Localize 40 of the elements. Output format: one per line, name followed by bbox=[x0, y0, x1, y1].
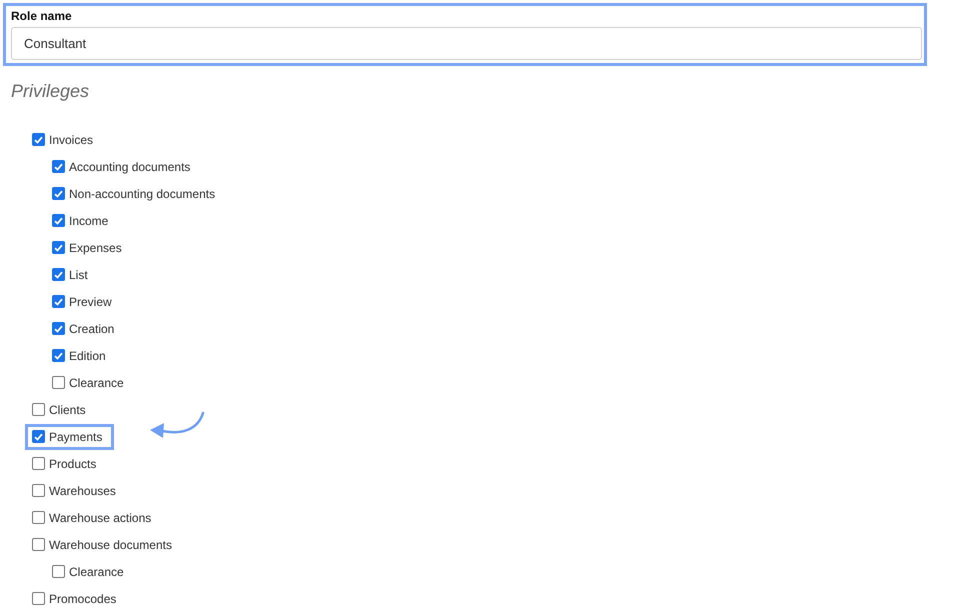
arrow-icon bbox=[148, 411, 206, 441]
checkbox-label: Clients bbox=[49, 402, 86, 416]
checkbox[interactable] bbox=[52, 160, 65, 173]
checkbox[interactable] bbox=[52, 214, 65, 227]
checkbox[interactable] bbox=[52, 349, 65, 362]
checkbox-label: Invoices bbox=[49, 132, 94, 146]
section-title: Privileges bbox=[11, 81, 90, 103]
checkbox-label: Products bbox=[49, 456, 96, 470]
checkbox[interactable] bbox=[52, 295, 65, 308]
checkbox[interactable] bbox=[52, 322, 65, 335]
checkbox-label: Non-accounting documents bbox=[69, 186, 216, 200]
checkbox[interactable] bbox=[52, 187, 65, 200]
checkbox-label: Accounting documents bbox=[69, 160, 190, 174]
checkbox-label: Warehouse actions bbox=[49, 510, 152, 524]
checkbox[interactable] bbox=[52, 241, 65, 254]
checkbox-label: Edition bbox=[69, 348, 106, 362]
checkbox[interactable] bbox=[32, 592, 45, 605]
field-label: Role name bbox=[11, 9, 73, 23]
checkbox[interactable] bbox=[52, 565, 65, 578]
checkbox[interactable] bbox=[32, 133, 45, 146]
checkbox-label: Warehouses bbox=[49, 484, 116, 498]
checkbox-label: Promocodes bbox=[49, 592, 116, 606]
checkbox-label: Expenses bbox=[69, 240, 122, 254]
input-field[interactable]: Consultant bbox=[11, 27, 922, 60]
checkbox-label: Clearance bbox=[69, 564, 124, 578]
checkbox-label: Payments bbox=[49, 430, 102, 444]
checkbox-label: Preview bbox=[69, 294, 112, 308]
checkbox[interactable] bbox=[32, 403, 45, 416]
checkbox-label: Income bbox=[69, 214, 108, 228]
checkbox[interactable] bbox=[32, 511, 45, 524]
checkbox-label: List bbox=[69, 268, 88, 282]
checkbox[interactable] bbox=[32, 538, 45, 551]
checkbox-label: Warehouse documents bbox=[49, 538, 172, 552]
checkbox-label: Clearance bbox=[69, 376, 124, 390]
checkbox[interactable] bbox=[52, 268, 65, 281]
checkbox-label: Creation bbox=[69, 322, 114, 336]
checkbox[interactable] bbox=[52, 376, 65, 389]
checkbox[interactable] bbox=[32, 484, 45, 497]
checkbox[interactable] bbox=[32, 457, 45, 470]
checkbox[interactable] bbox=[32, 430, 45, 443]
